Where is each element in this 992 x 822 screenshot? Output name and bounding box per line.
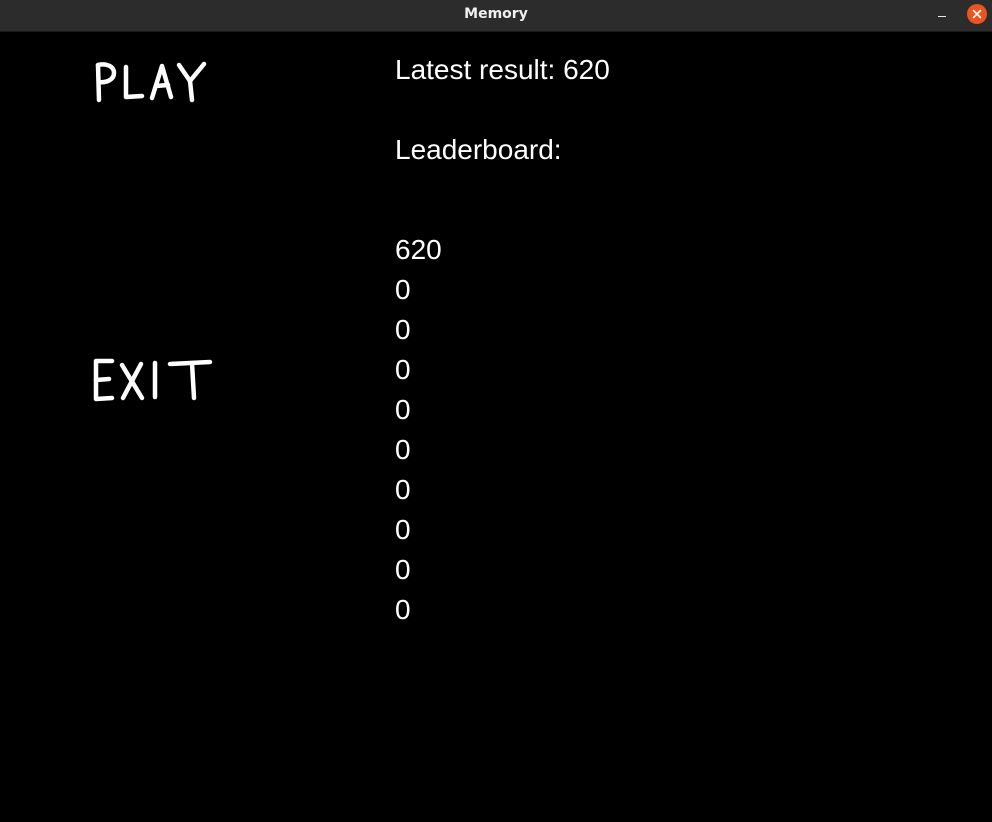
play-button[interactable] xyxy=(92,58,212,108)
exit-handwritten-label xyxy=(93,358,213,402)
exit-button[interactable] xyxy=(90,355,218,405)
leaderboard-score: 0 xyxy=(395,554,411,585)
minimize-button[interactable] xyxy=(932,6,952,24)
leaderboard-score: 0 xyxy=(395,434,411,465)
latest-result: Latest result: 620 xyxy=(395,54,610,85)
leaderboard-score: 0 xyxy=(395,394,411,425)
leaderboard-score: 0 xyxy=(395,594,411,625)
leaderboard-title: Leaderboard: xyxy=(395,134,562,165)
close-button[interactable] xyxy=(967,4,987,24)
leaderboard-score: 0 xyxy=(395,274,411,305)
leaderboard-score: 620 xyxy=(395,234,442,265)
leaderboard-list: 620 0 0 0 0 0 0 0 0 0 xyxy=(395,234,442,634)
app-window: Memory Latest result: 620 Leaderboard: 6… xyxy=(0,0,992,822)
play-handwritten-label xyxy=(95,61,207,103)
leaderboard-score: 0 xyxy=(395,514,411,545)
window-title: Memory xyxy=(464,6,528,22)
game-area: Latest result: 620 Leaderboard: 620 0 0 … xyxy=(0,32,992,822)
title-bar[interactable]: Memory xyxy=(0,0,992,32)
close-icon xyxy=(972,9,982,19)
leaderboard-score: 0 xyxy=(395,474,411,505)
leaderboard-score: 0 xyxy=(395,314,411,345)
leaderboard-score: 0 xyxy=(395,354,411,385)
